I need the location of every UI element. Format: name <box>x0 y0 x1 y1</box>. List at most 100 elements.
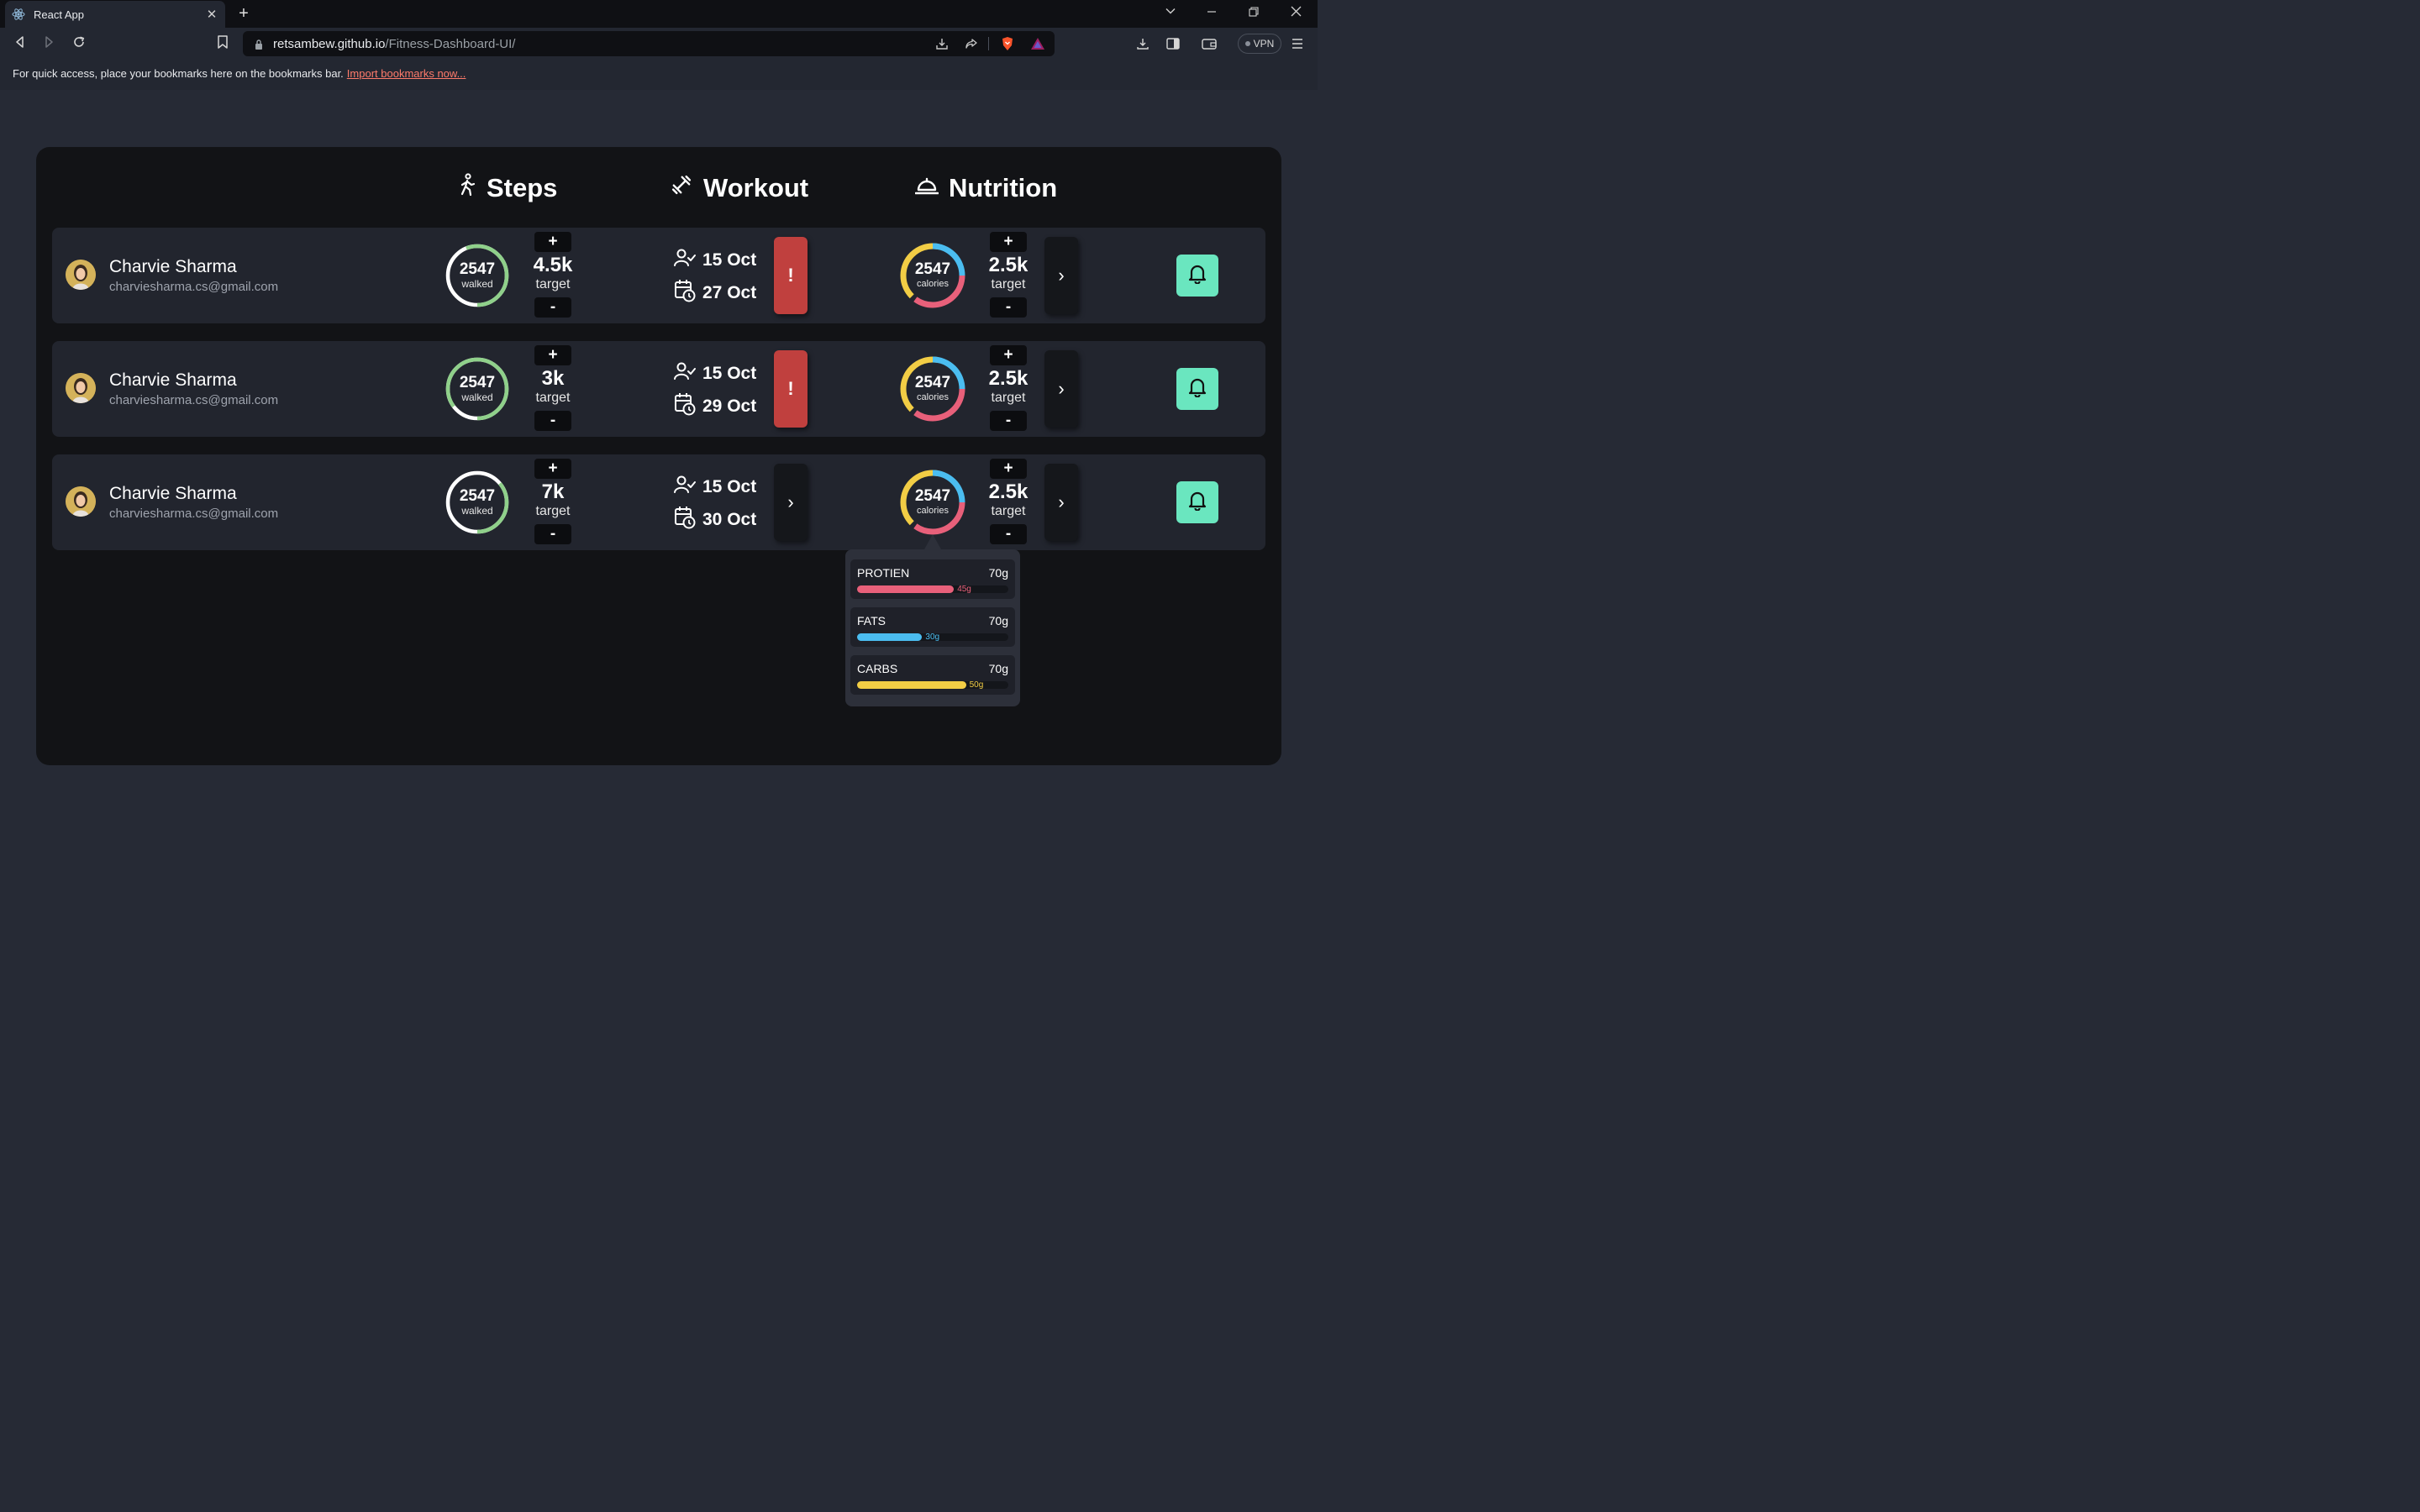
nutrition-header-label: Nutrition <box>949 173 1058 202</box>
macro-amount: 45g <box>957 585 971 594</box>
macro-total: 70g <box>988 614 1008 627</box>
calendar-clock-icon <box>674 506 696 534</box>
food-cloche-icon <box>914 173 939 203</box>
steps-walked-label: walked <box>461 391 493 403</box>
nutrition-open-button[interactable]: › <box>1044 464 1078 541</box>
url-path: /Fitness-Dashboard-UI/ <box>385 37 516 51</box>
reload-icon[interactable] <box>71 35 87 52</box>
macro-progress-track: 45g <box>857 585 1008 594</box>
macro-progress-track: 50g <box>857 680 1008 690</box>
workout-alert-button[interactable]: ! <box>774 350 808 428</box>
macro-total: 70g <box>988 662 1008 675</box>
steps-progress-ring: 2547 walked <box>444 469 511 536</box>
minimize-button[interactable] <box>1203 5 1220 22</box>
assigned-person-icon <box>674 361 696 386</box>
workout-start-text: 15 Oct <box>702 364 757 383</box>
restore-button[interactable] <box>1245 5 1262 22</box>
sidebar-toggle-icon[interactable] <box>1165 35 1181 52</box>
workout-header: Workout <box>670 171 808 205</box>
browser-tab[interactable]: React App ✕ <box>5 1 225 28</box>
tab-search-chevron-icon[interactable] <box>1162 5 1179 22</box>
macro-progress-track: 30g <box>857 633 1008 642</box>
calendar-clock-icon <box>674 279 696 307</box>
steps-increase-button[interactable]: + <box>534 459 571 479</box>
nutrition-breakdown-popup: PROTIEN 70g 45g FATS 70g 30g CARBS 70g 5… <box>845 549 1020 706</box>
steps-walked-label: walked <box>461 278 493 290</box>
calorie-target-stepper: +2.5k target - <box>983 459 1034 544</box>
nutrition-open-button[interactable]: › <box>1044 350 1078 428</box>
calorie-decrease-button[interactable]: - <box>990 297 1027 318</box>
client-name: Charvie Sharma <box>109 370 237 390</box>
downloads-icon[interactable] <box>1134 35 1151 52</box>
calorie-decrease-button[interactable]: - <box>990 411 1027 431</box>
assigned-person-icon <box>674 248 696 273</box>
notify-button[interactable] <box>1176 368 1218 410</box>
install-app-icon[interactable] <box>934 35 950 52</box>
client-name: Charvie Sharma <box>109 484 237 503</box>
calories-ring: 2547 calories <box>899 355 966 423</box>
new-tab-button[interactable]: + <box>235 4 252 23</box>
calorie-increase-button[interactable]: + <box>990 345 1027 365</box>
steps-target-value: 4.5k <box>533 254 573 276</box>
vpn-label: VPN <box>1253 38 1275 50</box>
calorie-increase-button[interactable]: + <box>990 459 1027 479</box>
workout-alert-button[interactable]: ! <box>774 237 808 314</box>
workout-due-date: 29 Oct <box>674 392 756 421</box>
steps-decrease-button[interactable]: - <box>534 524 571 544</box>
macro-progress-fill <box>857 681 966 689</box>
bookmark-icon[interactable] <box>214 35 231 52</box>
calories-label: calories <box>917 279 949 289</box>
client-row: Charvie Sharma charviesharma.cs@gmail.com… <box>52 228 1265 323</box>
macro-progress-fill <box>857 633 923 641</box>
steps-walked-value: 2547 <box>459 260 496 278</box>
macro-amount: 50g <box>969 680 984 690</box>
steps-header: Steps <box>458 171 557 205</box>
steps-decrease-button[interactable]: - <box>534 297 571 318</box>
steps-increase-button[interactable]: + <box>534 232 571 252</box>
workout-start-date: 15 Oct <box>674 475 756 500</box>
avatar <box>66 486 96 517</box>
import-bookmarks-link[interactable]: Import bookmarks now... <box>347 67 466 80</box>
back-arrow-icon[interactable] <box>12 35 29 52</box>
steps-decrease-button[interactable]: - <box>534 411 571 431</box>
brave-rewards-icon[interactable] <box>1029 35 1046 52</box>
share-icon[interactable] <box>963 35 980 52</box>
macro-protein: PROTIEN 70g 45g <box>850 559 1015 599</box>
steps-increase-button[interactable]: + <box>534 345 571 365</box>
notify-button[interactable] <box>1176 481 1218 523</box>
forward-arrow-icon[interactable] <box>40 35 57 52</box>
wallet-icon[interactable] <box>1201 35 1218 52</box>
bookmarks-message: For quick access, place your bookmarks h… <box>13 67 344 80</box>
steps-target-stepper: +3k target - <box>528 345 578 431</box>
brave-shield-icon[interactable] <box>999 35 1016 52</box>
macro-name: PROTIEN <box>857 566 910 580</box>
steps-walked-value: 2547 <box>459 487 496 505</box>
calorie-target-stepper: +2.5k target - <box>983 232 1034 318</box>
steps-progress-ring: 2547 walked <box>444 242 511 309</box>
calories-value: 2547 <box>914 487 951 505</box>
workout-start-text: 15 Oct <box>702 477 757 496</box>
nutrition-open-button[interactable]: › <box>1044 237 1078 314</box>
steps-walked-label: walked <box>461 505 493 517</box>
workout-due-text: 30 Oct <box>702 510 757 529</box>
calorie-increase-button[interactable]: + <box>990 232 1027 252</box>
address-bar[interactable]: retsambew.github.io/Fitness-Dashboard-UI… <box>243 31 1055 56</box>
workout-due-date: 30 Oct <box>674 506 756 534</box>
avatar <box>66 260 96 290</box>
notify-button[interactable] <box>1176 255 1218 297</box>
workout-open-button[interactable]: › <box>774 464 808 541</box>
calorie-decrease-button[interactable]: - <box>990 524 1027 544</box>
walking-icon <box>458 173 476 203</box>
macro-name: CARBS <box>857 662 898 675</box>
tab-close-button[interactable]: ✕ <box>205 7 218 22</box>
avatar <box>66 373 96 403</box>
close-window-button[interactable] <box>1287 5 1304 22</box>
calories-ring: 2547 calories <box>899 469 966 536</box>
calendar-clock-icon <box>674 392 696 421</box>
vpn-button[interactable]: VPN <box>1238 34 1281 54</box>
browser-toolbar: retsambew.github.io/Fitness-Dashboard-UI… <box>0 28 1318 60</box>
menu-icon[interactable] <box>1289 35 1306 52</box>
calorie-target-value: 2.5k <box>988 367 1028 390</box>
calories-value: 2547 <box>914 374 951 391</box>
client-email: charviesharma.cs@gmail.com <box>109 393 279 407</box>
